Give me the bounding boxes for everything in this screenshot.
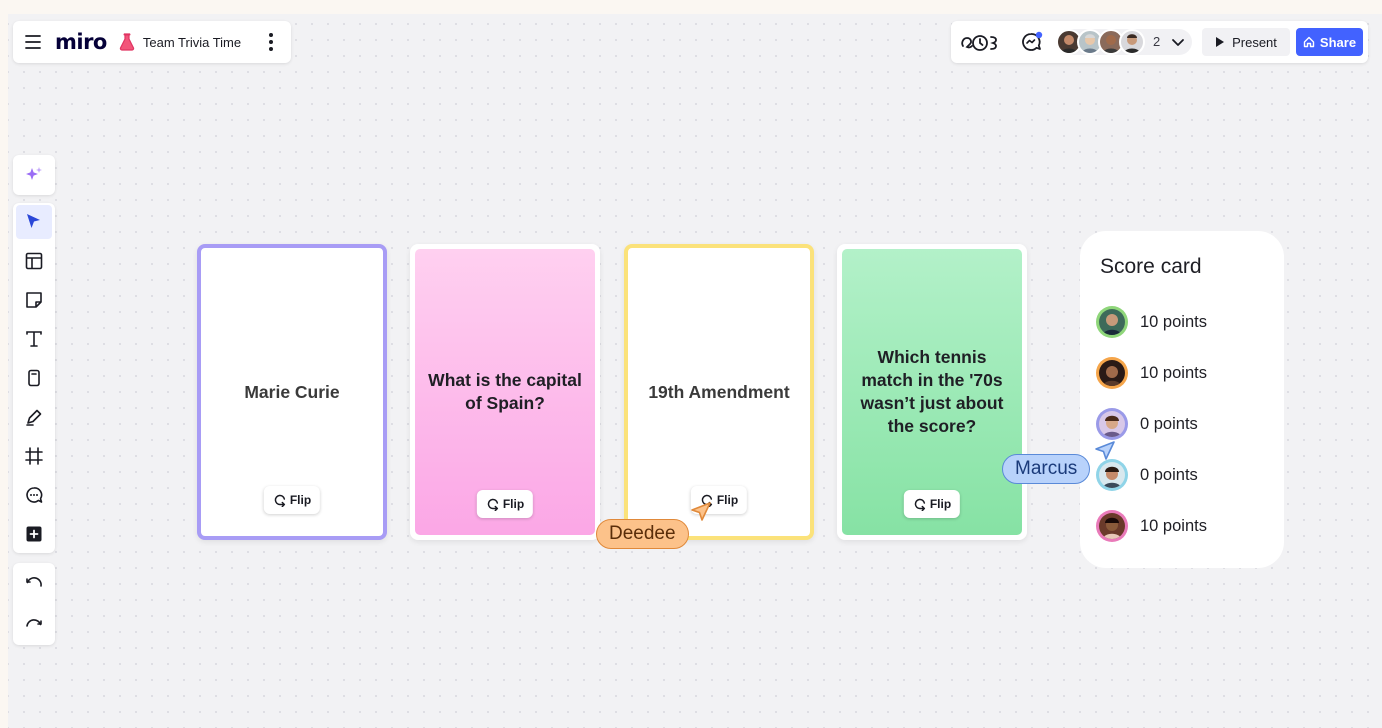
reactions-timer-icon[interactable] (959, 31, 1003, 53)
flip-icon (274, 494, 286, 507)
board-options-icon[interactable] (261, 30, 281, 54)
sticky-note-icon[interactable] (16, 283, 52, 317)
add-more-icon[interactable] (16, 517, 52, 551)
card-text: Which tennis match in the '70s wasn’t ju… (860, 347, 1004, 436)
canvas-left-strip (0, 0, 8, 728)
score-row: 10 points (1096, 306, 1207, 338)
score-card[interactable]: Score card 10 points 10 points 0 points … (1080, 231, 1284, 568)
avatar (1096, 357, 1128, 389)
pen-icon[interactable] (16, 400, 52, 434)
collaboration-toolbar: 2 Present Share (951, 21, 1368, 63)
deedee-cursor-icon (691, 502, 711, 521)
avatar-overflow-count: 2 (1153, 34, 1161, 49)
trivia-card-answer[interactable]: Marie Curie Flip (197, 244, 387, 540)
share-label: Share (1319, 34, 1357, 50)
avatar (1096, 459, 1128, 491)
board-title[interactable]: Team Trivia Time (143, 35, 241, 50)
card-text: 19th Amendment (648, 381, 790, 402)
present-label: Present (1232, 34, 1277, 50)
avatar (1096, 510, 1128, 542)
chat-icon[interactable] (1020, 31, 1044, 53)
trivia-card-answer[interactable]: 19th Amendment Flip (624, 244, 814, 540)
ai-sparkle-icon[interactable] (16, 158, 52, 192)
score-points: 10 points (1140, 363, 1207, 382)
templates-icon[interactable] (16, 244, 52, 278)
flip-button[interactable]: Flip (476, 490, 534, 518)
flip-icon (487, 498, 499, 511)
canvas-top-strip (0, 0, 1382, 14)
ai-toolbar (13, 155, 55, 195)
flip-label: Flip (716, 493, 739, 507)
comment-icon[interactable] (16, 478, 52, 512)
history-toolbar (13, 563, 55, 645)
flip-icon (914, 498, 926, 511)
card-icon[interactable] (16, 361, 52, 395)
flip-label: Flip (289, 493, 312, 507)
avatar (1096, 306, 1128, 338)
score-points: 10 points (1140, 516, 1207, 535)
trivia-card-question[interactable]: Which tennis match in the '70s wasn’t ju… (837, 244, 1027, 540)
play-icon (1216, 37, 1225, 47)
score-row: 10 points (1096, 357, 1207, 389)
trivia-card-question[interactable]: What is the capital of Spain? Flip (410, 244, 600, 540)
text-icon[interactable] (16, 322, 52, 356)
frame-icon[interactable] (16, 439, 52, 473)
avatar (1119, 29, 1145, 55)
chevron-down-icon (1171, 35, 1185, 49)
score-points: 0 points (1140, 465, 1198, 484)
board-header: miro Team Trivia Time (13, 21, 291, 63)
avatar (1096, 408, 1128, 440)
miro-logo[interactable]: miro (55, 30, 107, 54)
creation-toolbar (13, 203, 55, 553)
flip-button[interactable]: Flip (263, 486, 321, 514)
card-text: What is the capital of Spain? (428, 370, 582, 413)
collaborator-avatars[interactable]: 2 (1056, 29, 1192, 55)
card-text: Marie Curie (244, 381, 340, 402)
flip-label: Flip (929, 497, 952, 511)
score-row: 10 points (1096, 510, 1207, 542)
collaborator-cursor-label: Marcus (1002, 454, 1091, 484)
undo-icon[interactable] (16, 568, 52, 602)
score-points: 0 points (1140, 414, 1198, 433)
present-button[interactable]: Present (1202, 28, 1290, 56)
score-card-title: Score card (1100, 255, 1202, 278)
flip-button[interactable]: Flip (903, 490, 961, 518)
home-icon (1303, 36, 1315, 48)
redo-icon[interactable] (16, 607, 52, 641)
select-cursor-icon[interactable] (16, 205, 52, 239)
score-row: 0 points (1096, 408, 1198, 440)
flask-icon (119, 33, 137, 51)
score-points: 10 points (1140, 312, 1207, 331)
flip-label: Flip (502, 497, 525, 511)
marcus-cursor-icon (1095, 441, 1115, 460)
share-button[interactable]: Share (1296, 28, 1363, 56)
collaborator-cursor-label: Deedee (596, 519, 689, 549)
score-row: 0 points (1096, 459, 1198, 491)
main-menu-icon[interactable] (23, 32, 43, 52)
